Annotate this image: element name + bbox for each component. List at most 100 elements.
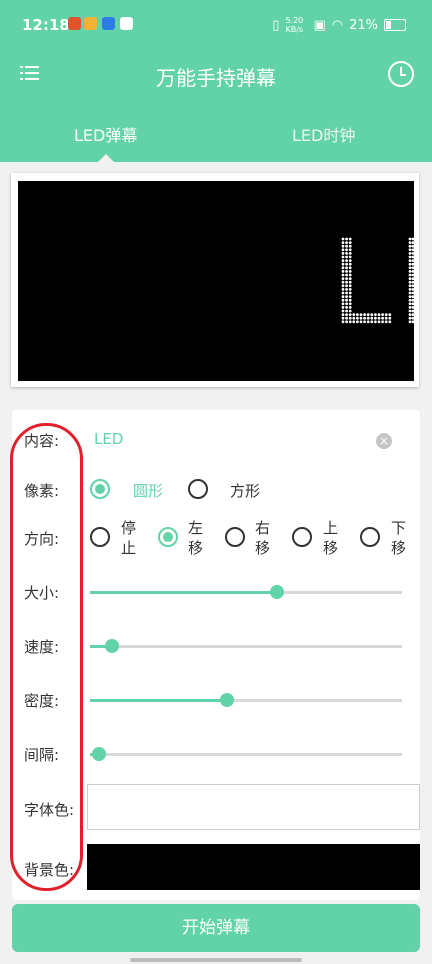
led-dot bbox=[374, 313, 377, 316]
led-dot bbox=[341, 270, 345, 273]
density-slider-thumb[interactable] bbox=[220, 693, 235, 707]
tab-led-danmu[interactable]: LED弹幕 bbox=[74, 122, 137, 146]
led-dot bbox=[370, 320, 374, 324]
pixel-round-radio[interactable] bbox=[90, 479, 110, 499]
led-dot bbox=[356, 313, 359, 316]
pixel-round-label[interactable]: 圆形 bbox=[133, 480, 163, 501]
led-dot bbox=[411, 262, 414, 266]
led-dot bbox=[341, 288, 345, 291]
led-dot bbox=[388, 320, 392, 324]
battery-icon bbox=[384, 19, 406, 31]
led-dot bbox=[411, 295, 414, 298]
led-dot bbox=[408, 313, 412, 316]
led-dot bbox=[366, 316, 370, 320]
font-color-swatch[interactable] bbox=[87, 784, 420, 830]
led-dot bbox=[352, 313, 356, 316]
led-dot bbox=[366, 313, 370, 316]
wifi-icon: ◠ bbox=[331, 17, 344, 33]
led-dot bbox=[356, 320, 359, 324]
led-dot bbox=[411, 237, 414, 241]
tab-led-clock[interactable]: LED时钟 bbox=[292, 122, 355, 146]
led-dot bbox=[408, 259, 412, 262]
speed-slider-thumb[interactable] bbox=[104, 639, 119, 653]
clear-icon[interactable]: × bbox=[376, 433, 392, 449]
direction-up-radio[interactable] bbox=[292, 527, 312, 547]
led-dot bbox=[377, 313, 381, 316]
led-dot bbox=[408, 252, 412, 255]
led-dot bbox=[408, 237, 412, 241]
direction-left-label[interactable]: 左移 bbox=[188, 518, 206, 558]
led-dot bbox=[345, 298, 348, 302]
led-dot bbox=[411, 298, 414, 302]
led-dot bbox=[341, 313, 345, 316]
led-dot bbox=[374, 316, 377, 320]
direction-left-radio[interactable] bbox=[158, 527, 178, 547]
speed-slider[interactable] bbox=[90, 639, 402, 653]
led-dot bbox=[348, 309, 352, 313]
led-dot bbox=[352, 320, 356, 324]
interval-slider[interactable] bbox=[90, 747, 402, 761]
direction-right-label[interactable]: 右移 bbox=[255, 518, 273, 558]
interval-slider-thumb[interactable] bbox=[92, 747, 107, 761]
led-dot bbox=[411, 244, 414, 248]
led-dot bbox=[408, 288, 412, 291]
content-input[interactable]: LED bbox=[94, 430, 123, 448]
led-dot bbox=[411, 291, 414, 295]
led-dot bbox=[411, 248, 414, 252]
led-dot bbox=[348, 288, 352, 291]
led-dot bbox=[348, 241, 352, 244]
led-dot bbox=[408, 241, 412, 244]
led-dot bbox=[411, 306, 414, 309]
direction-stop-radio[interactable] bbox=[90, 527, 110, 547]
label-highlight-annotation bbox=[10, 423, 83, 891]
led-dot bbox=[408, 302, 412, 306]
direction-down-label[interactable]: 下移 bbox=[391, 518, 409, 558]
led-dot bbox=[341, 291, 345, 295]
size-slider[interactable] bbox=[90, 585, 402, 599]
size-slider-thumb[interactable] bbox=[270, 585, 285, 599]
led-dot bbox=[377, 320, 381, 324]
led-dot bbox=[341, 280, 345, 284]
home-indicator[interactable] bbox=[130, 958, 302, 962]
sim-icon: ▣ bbox=[313, 17, 326, 33]
led-dot bbox=[411, 266, 414, 270]
pixel-square-radio[interactable] bbox=[188, 479, 208, 499]
direction-down-radio[interactable] bbox=[360, 527, 380, 547]
led-dot bbox=[341, 252, 345, 255]
pixel-square-label[interactable]: 方形 bbox=[230, 480, 260, 501]
direction-stop-label[interactable]: 停止 bbox=[121, 518, 139, 558]
direction-right-radio[interactable] bbox=[225, 527, 245, 547]
led-dot bbox=[348, 273, 352, 277]
led-dot bbox=[359, 316, 363, 320]
led-dot bbox=[384, 316, 388, 320]
led-dot bbox=[345, 259, 348, 262]
direction-up-label[interactable]: 上移 bbox=[323, 518, 341, 558]
led-dot bbox=[363, 320, 366, 324]
led-dot bbox=[408, 284, 412, 288]
led-dot bbox=[341, 306, 345, 309]
density-slider[interactable] bbox=[90, 693, 402, 707]
led-dot bbox=[345, 288, 348, 291]
led-dot bbox=[359, 313, 363, 316]
led-dot bbox=[345, 316, 348, 320]
notification-icon bbox=[68, 17, 81, 30]
led-dot bbox=[345, 291, 348, 295]
vibrate-icon: ▯ bbox=[272, 17, 280, 33]
led-dot bbox=[408, 306, 412, 309]
start-danmu-button[interactable]: 开始弹幕 bbox=[12, 904, 420, 952]
led-dot bbox=[341, 262, 345, 266]
led-dot bbox=[411, 277, 414, 280]
status-bar: 12:18 ▯ 5.20 KB/s ▣ ◠ 21% bbox=[0, 0, 432, 50]
led-dot bbox=[388, 313, 392, 316]
led-dot bbox=[370, 313, 374, 316]
led-dot bbox=[411, 320, 414, 324]
notification-icon bbox=[120, 17, 133, 30]
led-dot bbox=[366, 320, 370, 324]
history-clock-icon[interactable] bbox=[388, 61, 414, 87]
bg-color-swatch[interactable] bbox=[87, 844, 420, 890]
led-dot bbox=[411, 255, 414, 259]
led-dot bbox=[411, 280, 414, 284]
led-dot bbox=[408, 266, 412, 270]
led-dot bbox=[381, 316, 384, 320]
led-dot bbox=[341, 244, 345, 248]
